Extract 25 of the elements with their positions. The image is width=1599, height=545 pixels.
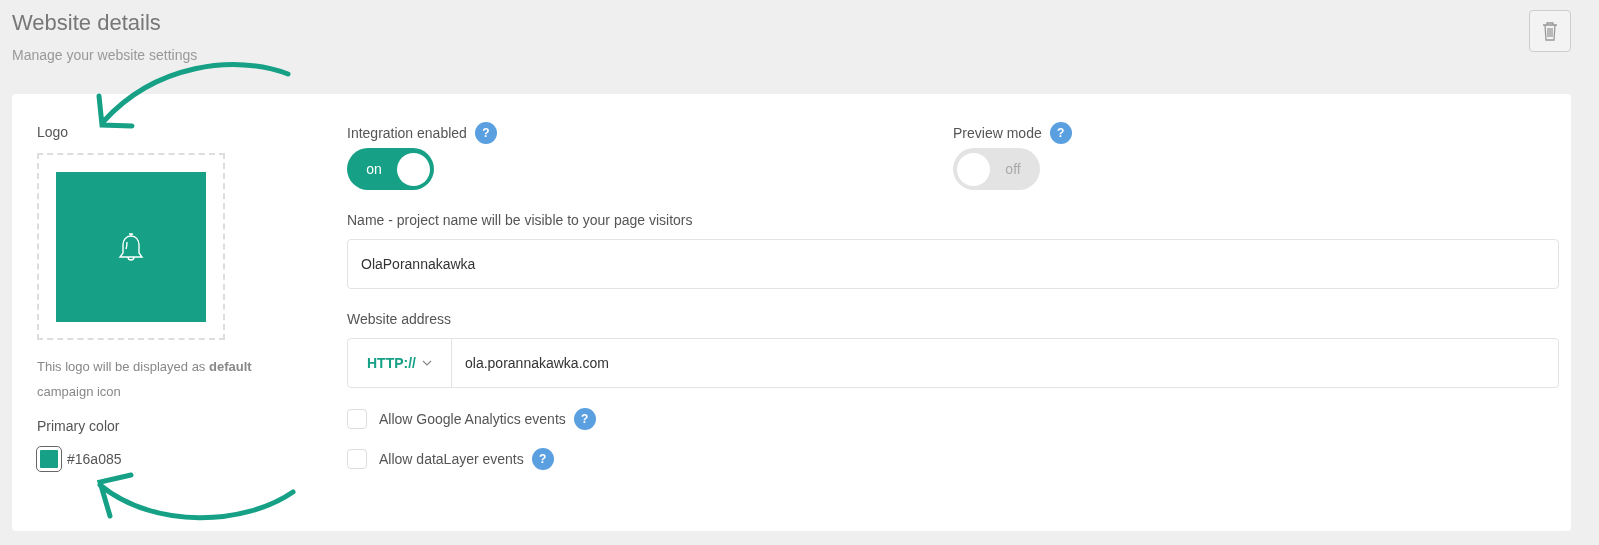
help-icon[interactable]: ? — [531, 448, 554, 470]
toggle-label: Integration enabled — [347, 123, 467, 143]
checkbox[interactable] — [347, 449, 367, 469]
delete-button[interactable] — [1529, 10, 1571, 52]
checkbox-label: Allow dataLayer events — [379, 449, 524, 469]
logo-note: This logo will be displayed as default campaign icon — [37, 358, 253, 401]
primary-color-label: Primary color — [37, 417, 121, 436]
address-label: Website address — [347, 310, 452, 329]
trash-icon — [1542, 21, 1558, 41]
page-subtitle: Manage your website settings — [12, 46, 198, 65]
help-icon[interactable]: ? — [474, 122, 497, 144]
page-title: Website details — [12, 9, 162, 37]
logo-dropzone[interactable] — [37, 153, 225, 340]
color-swatch[interactable] — [37, 447, 61, 471]
help-icon[interactable]: ? — [1049, 122, 1072, 144]
name-input[interactable]: OlaPorannakawka — [347, 239, 1559, 289]
toggle-label: Preview mode — [953, 123, 1042, 143]
logo-label: Logo — [37, 123, 70, 142]
checkbox-label: Allow Google Analytics events — [379, 409, 566, 429]
checkbox[interactable] — [347, 409, 367, 429]
name-label: Name - project name will be visible to your page visitors — [347, 211, 694, 230]
help-icon[interactable]: ? — [573, 408, 596, 430]
toggle-switch[interactable]: on — [347, 148, 434, 190]
color-value: #16a085 — [67, 449, 122, 469]
toggle-switch[interactable]: off — [953, 148, 1040, 190]
